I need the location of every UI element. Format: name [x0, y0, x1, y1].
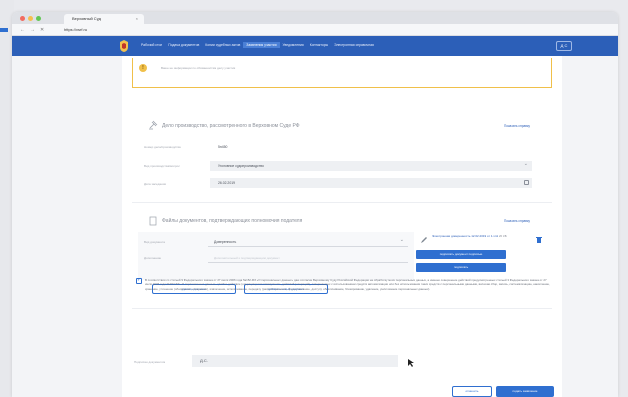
- files-section-title: Файлы документов, подтверждающих полномо…: [162, 218, 303, 224]
- description-label: Дополнение: [144, 256, 162, 260]
- app-header: Рабочий стол Подача документов Копии судеб…: [12, 36, 618, 56]
- close-window-button[interactable]: [20, 16, 25, 21]
- tab-close-icon[interactable]: ×: [136, 16, 138, 21]
- main-content: ! Ваше не информации по обязанностям дел…: [122, 56, 562, 397]
- user-avatar[interactable]: Д С: [556, 41, 572, 51]
- reload-icon[interactable]: ✕: [40, 27, 44, 33]
- proceeding-type-value: Уголовное судопроизводство: [218, 164, 264, 168]
- info-notice: ! Ваше не информации по обязанностям дел…: [132, 58, 552, 88]
- menu-item-3[interactable]: Заявления участия: [243, 42, 280, 48]
- menu-item-2[interactable]: Копии судебных актов: [202, 43, 243, 48]
- sign-document-button[interactable]: подписать документ подписью: [416, 250, 506, 259]
- case-number-value[interactable]: 5н450: [218, 145, 227, 149]
- warning-icon: !: [139, 64, 147, 72]
- description-input[interactable]: Дополнительный к подтверждающим документ: [208, 253, 408, 263]
- file-name: Электронная доверенность 12.02.2019 от 1…: [432, 234, 499, 238]
- proceeding-type-select[interactable]: Уголовное судопроизводство: [210, 161, 532, 171]
- description-placeholder: Дополнительный к подтверждающим документ: [214, 256, 280, 260]
- calendar-icon[interactable]: [524, 180, 529, 185]
- trash-icon[interactable]: [536, 236, 542, 243]
- hearing-date-field[interactable]: 26.02.2019: [210, 178, 532, 188]
- menu-item-6[interactable]: Электронная справочная: [331, 43, 377, 48]
- browser-tab[interactable]: Верховный Суд ×: [64, 14, 144, 24]
- document-form: Вид документа Доверенность Дополнение До…: [138, 232, 414, 280]
- consent-text: В соответствии со статьей 9 Федерального…: [145, 278, 550, 291]
- minimize-window-button[interactable]: [28, 16, 33, 21]
- main-menu: Рабочий стол Подача документов Копии судеб…: [138, 42, 377, 48]
- signer-label: Подписан документом: [134, 360, 166, 364]
- signer-field[interactable]: Д.С.: [192, 355, 398, 367]
- back-icon[interactable]: ←: [20, 27, 25, 33]
- sign-button[interactable]: подписать: [416, 263, 506, 272]
- menu-item-5[interactable]: Контакторы: [307, 43, 331, 48]
- mouse-cursor-icon: [408, 359, 414, 367]
- gavel-icon: [149, 120, 158, 130]
- menu-item-1[interactable]: Подача документов: [165, 43, 202, 48]
- case-number-label: Номер дела/производства: [144, 145, 181, 149]
- document-icon: [149, 216, 157, 226]
- forward-icon[interactable]: →: [30, 27, 35, 33]
- case-help-link[interactable]: Показать справку: [504, 124, 530, 128]
- tab-title: Верховный Суд: [72, 16, 101, 21]
- doc-type-value: Доверенность: [214, 240, 237, 244]
- hearing-date-value: 26.02.2019: [218, 181, 235, 185]
- section-divider: [132, 202, 552, 203]
- doc-type-label: Вид документа: [144, 240, 165, 244]
- consent-checkbox[interactable]: [136, 277, 142, 284]
- url-field[interactable]: https://vsrf.ru: [64, 27, 87, 32]
- maximize-window-button[interactable]: [36, 16, 41, 21]
- court-emblem-icon[interactable]: [118, 39, 130, 53]
- case-section-title: Дело производство, рассмотренного в Верх…: [162, 123, 300, 129]
- address-bar: ← → ✕ https://vsrf.ru: [12, 24, 618, 36]
- attached-file-link[interactable]: Электронная доверенность 12.02.2019 от 1…: [432, 234, 512, 238]
- submit-button[interactable]: подать заявление: [496, 386, 554, 397]
- tab-bar: Верховный Суд ×: [12, 12, 618, 24]
- section-divider-2: [132, 308, 552, 309]
- doc-type-select[interactable]: Доверенность: [208, 237, 408, 247]
- cancel-button[interactable]: отменить: [452, 386, 492, 397]
- edit-icon[interactable]: [420, 236, 428, 244]
- hearing-date-label: Дата заседания: [144, 182, 166, 186]
- menu-item-0[interactable]: Рабочий стол: [138, 43, 165, 48]
- signer-value: Д.С.: [200, 358, 208, 363]
- proceeding-type-label: Вид производства/вопрос: [144, 164, 180, 168]
- notice-text: Ваше не информации по обязанностям делу …: [161, 66, 236, 70]
- window-controls: [20, 16, 41, 21]
- browser-window: Верховный Суд × ← → ✕ https://vsrf.ru Ра…: [12, 12, 618, 397]
- file-size: 20 КБ: [498, 234, 507, 238]
- desktop-indicator: [0, 28, 8, 32]
- files-help-link[interactable]: Показать справку: [504, 219, 530, 223]
- menu-item-4[interactable]: Уведомления: [280, 43, 307, 48]
